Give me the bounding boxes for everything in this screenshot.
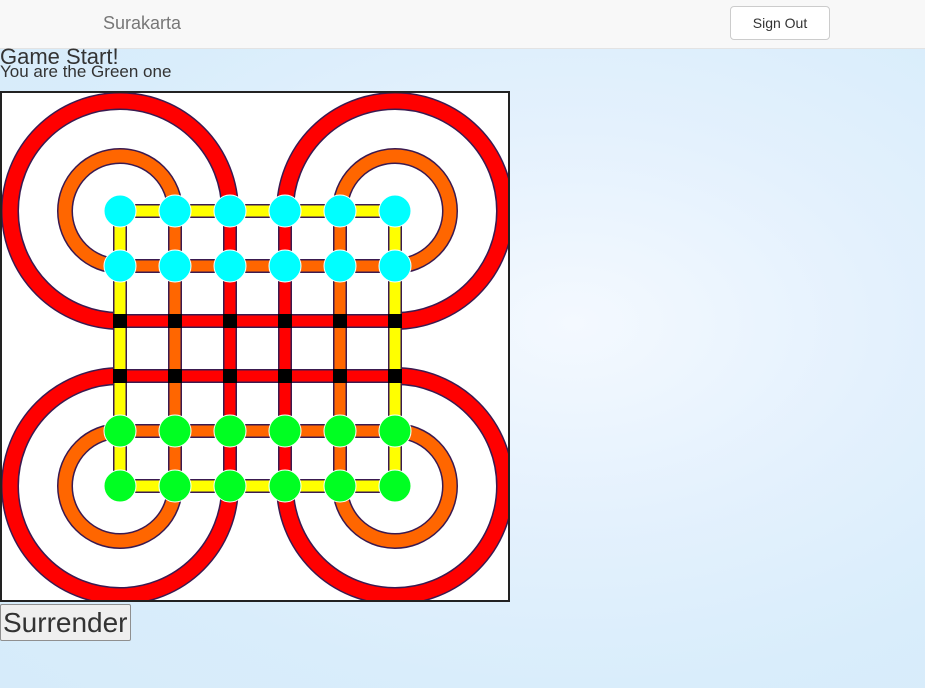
intersection-mark	[333, 314, 347, 328]
green-piece[interactable]	[268, 414, 302, 448]
green-piece[interactable]	[213, 414, 247, 448]
surrender-button[interactable]: Surrender	[0, 604, 131, 641]
cyan-piece[interactable]	[158, 194, 192, 228]
green-piece[interactable]	[268, 469, 302, 503]
green-piece[interactable]	[158, 414, 192, 448]
cyan-piece[interactable]	[378, 249, 412, 283]
navbar: Surakarta Sign Out	[0, 0, 925, 49]
player-info-text: You are the Green one	[0, 62, 172, 81]
green-piece[interactable]	[323, 414, 357, 448]
intersection-mark	[113, 314, 127, 328]
intersection-mark	[168, 314, 182, 328]
cyan-piece[interactable]	[158, 249, 192, 283]
intersection-mark	[278, 314, 292, 328]
green-piece[interactable]	[103, 414, 137, 448]
intersection-mark	[113, 369, 127, 383]
cyan-piece[interactable]	[323, 194, 357, 228]
intersection-mark	[168, 369, 182, 383]
intersection-mark	[388, 314, 402, 328]
intersection-mark	[223, 314, 237, 328]
green-piece[interactable]	[213, 469, 247, 503]
green-piece[interactable]	[158, 469, 192, 503]
cyan-piece[interactable]	[378, 194, 412, 228]
cyan-piece[interactable]	[213, 249, 247, 283]
green-piece[interactable]	[323, 469, 357, 503]
cyan-piece[interactable]	[323, 249, 357, 283]
sign-out-button[interactable]: Sign Out	[730, 6, 830, 40]
cyan-piece[interactable]	[103, 194, 137, 228]
brand-link[interactable]: Surakarta	[103, 13, 181, 34]
cyan-piece[interactable]	[103, 249, 137, 283]
green-piece[interactable]	[103, 469, 137, 503]
cyan-piece[interactable]	[268, 194, 302, 228]
green-piece[interactable]	[378, 469, 412, 503]
board-canvas[interactable]	[2, 93, 508, 600]
intersection-mark	[388, 369, 402, 383]
game-board[interactable]	[0, 91, 510, 602]
intersection-mark	[333, 369, 347, 383]
green-piece[interactable]	[378, 414, 412, 448]
intersection-mark	[223, 369, 237, 383]
cyan-piece[interactable]	[213, 194, 247, 228]
cyan-piece[interactable]	[268, 249, 302, 283]
intersection-mark	[278, 369, 292, 383]
